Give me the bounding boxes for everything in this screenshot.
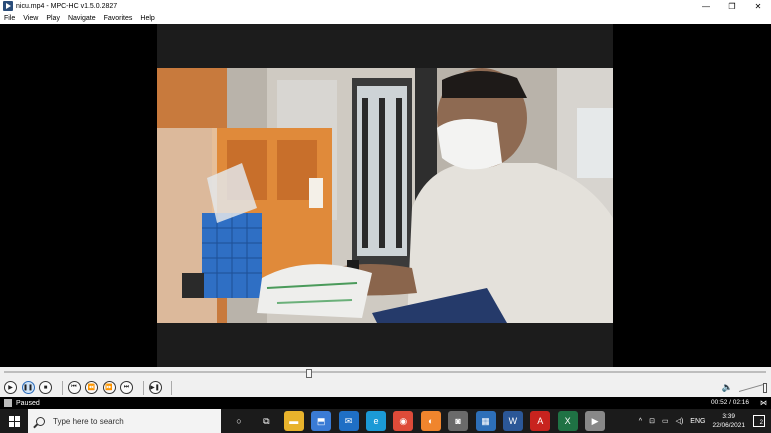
play-button[interactable]: ▶	[4, 381, 17, 394]
system-tray: ^ ⊡ ▭ ◁) ENG 3:39 22/06/2021 2	[639, 409, 771, 433]
clock[interactable]: 3:39 22/06/2021	[712, 412, 745, 430]
controls-separator	[171, 380, 172, 395]
pause-button[interactable]: ❚❚	[21, 381, 35, 394]
frame-step-button[interactable]: ▶❚	[148, 381, 162, 394]
volume-slider[interactable]	[739, 382, 767, 393]
language-indicator[interactable]: ENG	[690, 418, 705, 425]
windows-taskbar: Type here to search ○ ⧉ ▬ ⬒ ✉ e ◉ ◐ ◙ ▦ W A X ▶ ^ ⊡ ▭…	[0, 409, 771, 433]
clock-date: 22/06/2021	[712, 422, 745, 429]
maximize-button[interactable]: ❐	[719, 0, 745, 12]
speaker-icon[interactable]: 🔈	[722, 382, 733, 393]
close-button[interactable]: ✕	[745, 0, 771, 12]
firefox-icon[interactable]: ◐	[420, 411, 441, 431]
task-view-icon[interactable]: ⧉	[256, 411, 276, 431]
search-placeholder: Type here to search	[53, 416, 124, 426]
taskbar-apps: ○ ⧉ ▬ ⬒ ✉ e ◉ ◐ ◙ ▦ W A X ▶	[229, 411, 612, 431]
menu-bar: File View Play Navigate Favorites Help	[0, 12, 771, 24]
playback-controls: ▶ ❚❚ ■ ⏮ ⏪ ⏩ ⏭ ▶❚ 🔈	[0, 378, 771, 397]
window-title: nicu.mp4 - MPC-HC v1.5.0.2827	[16, 2, 118, 10]
mpc-hc-app-icon	[3, 1, 13, 11]
notifications-icon[interactable]: 2	[753, 415, 765, 427]
previous-button[interactable]: ⏮	[67, 381, 81, 394]
controls-separator	[61, 380, 63, 395]
store-icon[interactable]: ⬒	[311, 411, 332, 431]
volume-control: 🔈	[722, 382, 767, 393]
minimize-button[interactable]: —	[693, 0, 719, 12]
controls-separator	[142, 380, 144, 395]
volume-tray-icon[interactable]: ◁)	[676, 417, 684, 425]
menu-favorites[interactable]: Favorites	[104, 15, 133, 22]
video-frame-image	[157, 68, 613, 323]
audio-format-icon: ⋈	[760, 400, 767, 407]
acrobat-icon[interactable]: A	[530, 411, 551, 431]
photos-icon[interactable]: ▦	[475, 411, 496, 431]
battery-icon[interactable]: ▭	[662, 417, 669, 425]
clock-time: 3:39	[722, 413, 736, 420]
playback-time[interactable]: 00:52 / 02:16	[711, 399, 749, 406]
next-button[interactable]: ⏭	[120, 381, 133, 394]
chrome-icon[interactable]: ◉	[393, 411, 414, 431]
seek-bar[interactable]	[4, 369, 766, 378]
fast-forward-button[interactable]: ⏩	[102, 381, 116, 394]
show-hidden-icons-icon[interactable]: ^	[639, 418, 642, 425]
mail-icon[interactable]: ✉	[338, 411, 359, 431]
video-area[interactable]	[0, 24, 771, 367]
start-button[interactable]	[0, 409, 28, 433]
title-bar: nicu.mp4 - MPC-HC v1.5.0.2827 — ❐ ✕	[0, 0, 771, 12]
camera-icon[interactable]: ◙	[448, 411, 469, 431]
word-icon[interactable]: W	[502, 411, 523, 431]
edge-icon[interactable]: e	[365, 411, 386, 431]
window-controls: — ❐ ✕	[693, 0, 771, 12]
volume-slider-thumb[interactable]	[763, 382, 767, 393]
windows-logo-icon	[8, 415, 20, 427]
taskbar-search-box[interactable]: Type here to search	[28, 409, 221, 433]
video-frame-container	[157, 24, 613, 367]
menu-play[interactable]: Play	[46, 15, 60, 22]
playback-status: Paused	[16, 399, 40, 407]
menu-help[interactable]: Help	[140, 15, 154, 22]
video-frame	[157, 68, 613, 323]
mpc-hc-icon[interactable]: ▶	[585, 411, 606, 431]
stop-button[interactable]: ■	[39, 381, 52, 394]
menu-view[interactable]: View	[23, 15, 38, 22]
rewind-button[interactable]: ⏪	[85, 381, 98, 394]
menu-file[interactable]: File	[4, 15, 15, 22]
excel-icon[interactable]: X	[557, 411, 578, 431]
file-explorer-icon[interactable]: ▬	[283, 411, 304, 431]
network-icon[interactable]: ⊡	[649, 417, 655, 425]
seek-bar-thumb[interactable]	[306, 369, 312, 378]
status-icon	[4, 399, 12, 407]
status-bar: Paused 00:52 / 02:16 ⋈	[0, 397, 771, 409]
cortana-icon[interactable]: ○	[229, 411, 249, 431]
search-icon	[36, 416, 45, 426]
seek-bar-area	[0, 367, 771, 378]
menu-navigate[interactable]: Navigate	[68, 15, 96, 22]
